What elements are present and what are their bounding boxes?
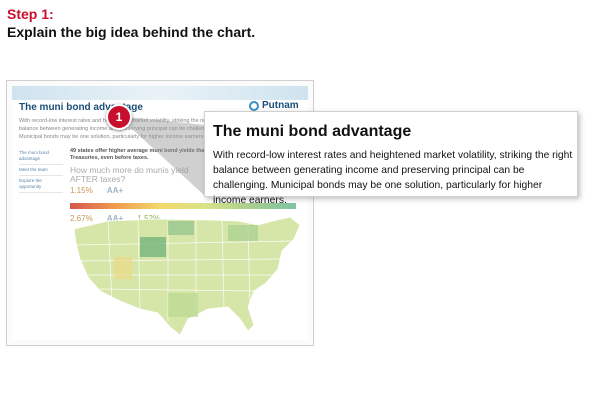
- callout-title: The muni bond advantage: [213, 123, 412, 140]
- step-number-badge: 1: [106, 104, 132, 130]
- callout-body: With record-low interest rates and heigh…: [213, 150, 573, 206]
- callout-box: The muni bond advantage With record-low …: [204, 111, 578, 206]
